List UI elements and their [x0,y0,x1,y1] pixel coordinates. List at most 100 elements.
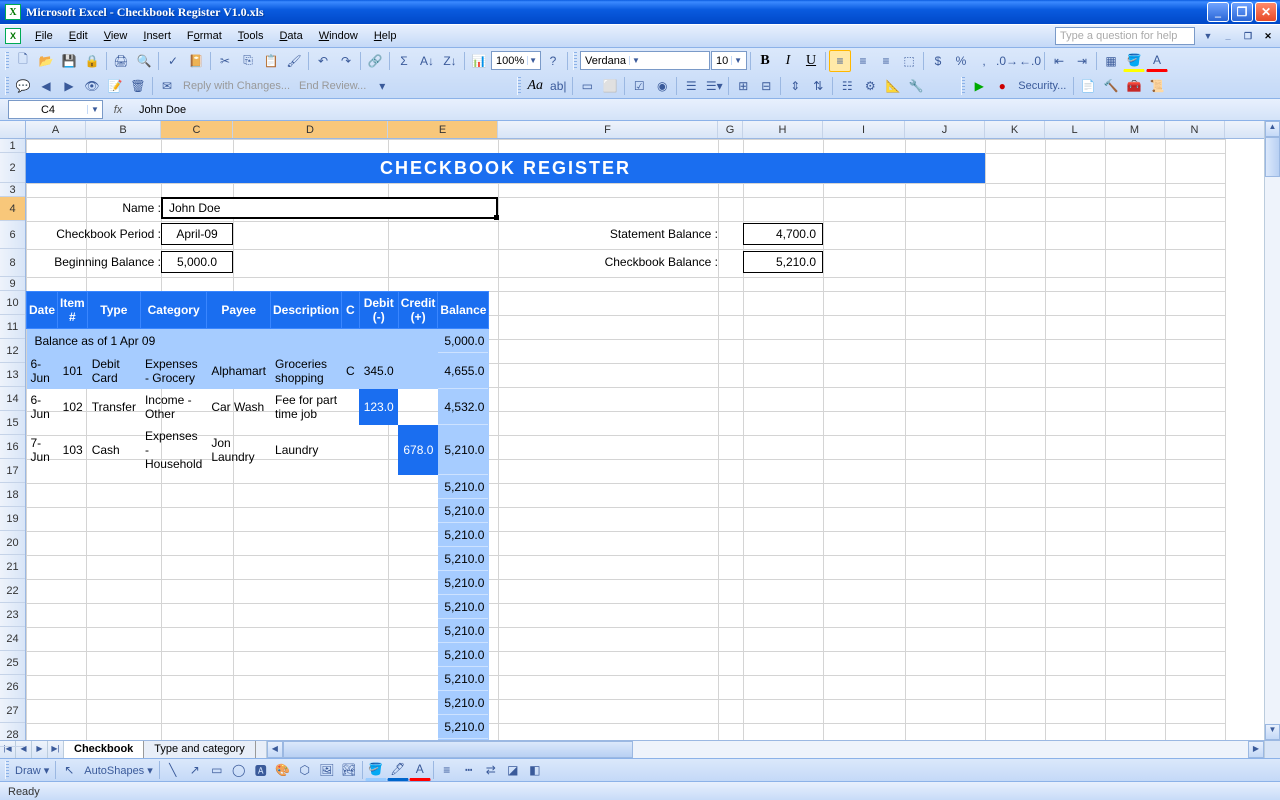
underline-button[interactable]: U [800,50,822,72]
table-row[interactable]: 5,210.0 [27,475,489,499]
doc-close-button[interactable]: ✕ [1261,29,1275,43]
column-header-D[interactable]: D [233,121,388,138]
row-header-20[interactable]: 20 [0,531,25,555]
next-comment-button[interactable]: ▶ [58,75,80,97]
toolbar-grip[interactable] [5,52,9,70]
record-macro-icon[interactable]: ● [991,75,1013,97]
design-icon[interactable]: 🔨 [1100,75,1122,97]
column-header-L[interactable]: L [1045,121,1105,138]
row-header-8[interactable]: 8 [0,249,25,277]
fontsize-dropdown[interactable]: 10▼ [711,51,747,70]
row-header-23[interactable]: 23 [0,603,25,627]
fill-color-icon[interactable]: 🪣 [365,759,387,781]
scrollbar-control-icon[interactable]: ⇕ [784,75,806,97]
column-header-M[interactable]: M [1105,121,1165,138]
fill-color-button[interactable]: 🪣 [1123,50,1145,72]
column-header-G[interactable]: G [718,121,743,138]
button-control-icon[interactable]: ⬜ [599,75,621,97]
doc-excel-icon[interactable]: X [5,28,21,44]
tab-next-button[interactable]: ▶ [32,741,48,758]
column-header-A[interactable]: A [26,121,86,138]
table-row[interactable]: 5,210.0 [27,499,489,523]
minimize-button[interactable]: _ [1207,2,1229,22]
align-left-button[interactable]: ≡ [829,50,851,72]
menu-format[interactable]: Format [180,27,229,45]
italic-button[interactable]: I [777,50,799,72]
column-header-H[interactable]: H [743,121,823,138]
dropdown-arrow-icon[interactable]: ▼ [1201,29,1215,43]
arrow-icon[interactable]: ↗ [184,759,206,781]
research-button[interactable]: 📔 [185,50,207,72]
row-header-2[interactable]: 2 [0,153,25,183]
font-color-icon[interactable]: A [409,759,431,781]
redo-button[interactable]: ↷ [335,50,357,72]
menu-window[interactable]: Window [312,27,365,45]
toolbar-grip[interactable] [573,52,577,70]
menu-data[interactable]: Data [272,27,309,45]
hscroll-thumb[interactable] [283,741,633,758]
tab-type-category[interactable]: Type and category [144,741,256,758]
3d-icon[interactable]: ◧ [524,759,546,781]
scroll-thumb[interactable] [1265,137,1280,177]
properties-icon[interactable]: ☷ [836,75,858,97]
sort-desc-button[interactable]: Z↓ [439,50,461,72]
row-header-4[interactable]: 4 [0,197,25,221]
row-header-11[interactable]: 11 [0,315,25,339]
copy-button[interactable]: ⎘ [237,50,259,72]
permission-button[interactable]: 🔒 [81,50,103,72]
bold-button[interactable]: B [754,50,776,72]
row-header-18[interactable]: 18 [0,483,25,507]
undo-button[interactable]: ↶ [312,50,334,72]
script-icon[interactable]: 📜 [1146,75,1168,97]
end-review-button[interactable]: End Review... [295,80,370,92]
clipart-icon[interactable]: 🖼 [316,759,338,781]
register-table[interactable]: DateItem #TypeCategoryPayeeDescriptionCD… [26,291,489,740]
autoshapes-menu[interactable]: AutoShapes ▾ [80,764,157,777]
scroll-up-button[interactable]: ▲ [1265,121,1280,137]
toolbar-grip[interactable] [517,77,521,95]
print-preview-button[interactable]: 🔍 [133,50,155,72]
diagram-icon[interactable]: ⬡ [294,759,316,781]
row-header-19[interactable]: 19 [0,507,25,531]
row-header-25[interactable]: 25 [0,651,25,675]
row-header-9[interactable]: 9 [0,277,25,291]
line-icon[interactable]: ╲ [162,759,184,781]
menu-view[interactable]: View [97,27,135,45]
security-button[interactable]: Security... [1014,80,1070,92]
control-label-icon[interactable]: Aa [524,75,546,97]
print-button[interactable]: 🖨 [110,50,132,72]
dash-style-icon[interactable]: ┅ [458,759,480,781]
row-header-6[interactable]: 6 [0,221,25,249]
row-header-15[interactable]: 15 [0,411,25,435]
doc-minimize-button[interactable]: _ [1221,29,1235,43]
increase-decimal-button[interactable]: .0→ [996,50,1018,72]
toolbar-grip[interactable] [5,77,9,95]
font-color-button[interactable]: A [1146,50,1168,72]
reply-changes-button[interactable]: Reply with Changes... [179,80,294,92]
row-header-3[interactable]: 3 [0,183,25,197]
row-header-1[interactable]: 1 [0,139,25,153]
table-row[interactable]: 5,210.0 [27,715,489,739]
chart-button[interactable]: 📊 [468,50,490,72]
font-dropdown[interactable]: Verdana▼ [580,51,710,70]
textbox-control-icon[interactable]: ab| [547,75,569,97]
wordart-icon[interactable]: 🎨 [272,759,294,781]
row-header-21[interactable]: 21 [0,555,25,579]
comma-button[interactable]: , [973,50,995,72]
delete-comment-button[interactable]: 🗑 [127,75,149,97]
row-header-14[interactable]: 14 [0,387,25,411]
zoom-dropdown[interactable]: 100%▼ [491,51,541,70]
checkbox-control-icon[interactable]: ☑ [628,75,650,97]
combo-list-icon[interactable]: ⊞ [732,75,754,97]
show-all-comments-button[interactable]: 📝 [104,75,126,97]
merge-center-button[interactable]: ⬚ [898,50,920,72]
format-painter-button[interactable]: 🖌 [283,50,305,72]
table-row[interactable]: 5,210.0 [27,619,489,643]
table-row[interactable]: 5,210.0 [27,547,489,571]
row-header-16[interactable]: 16 [0,435,25,459]
autosum-button[interactable]: Σ [393,50,415,72]
open-button[interactable]: 📂 [35,50,57,72]
menu-insert[interactable]: Insert [136,27,178,45]
row-header-17[interactable]: 17 [0,459,25,483]
picture-icon[interactable]: 🏞 [338,759,360,781]
